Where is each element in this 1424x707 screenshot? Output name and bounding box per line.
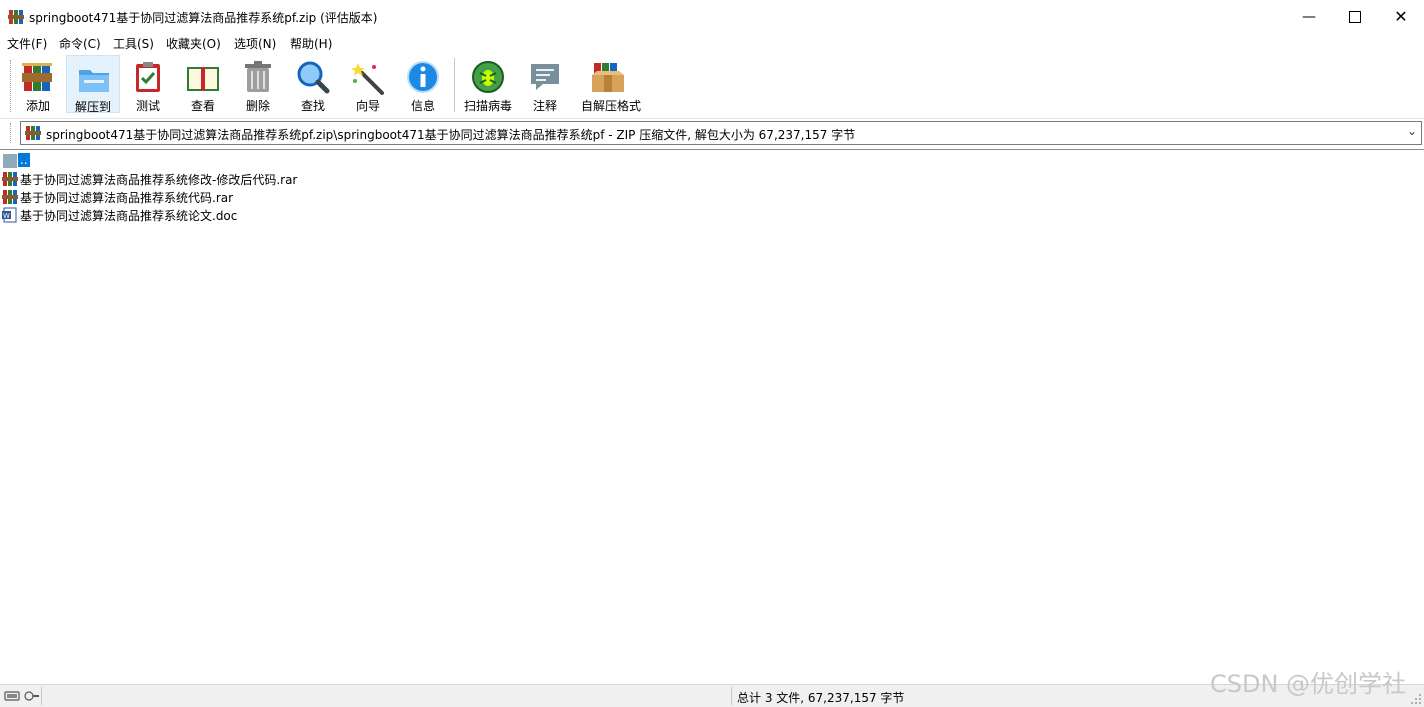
- updir-folder-icon: [3, 154, 17, 168]
- sfx-button[interactable]: 自解压格式: [581, 55, 642, 113]
- menu-file[interactable]: 文件(F): [7, 35, 47, 52]
- list-item[interactable]: 基于协同过滤算法商品推荐系统修改-修改后代码.rar: [2, 170, 322, 188]
- winrar-app-icon: [8, 10, 24, 24]
- test-clipboard-icon: [136, 62, 160, 92]
- toolbar: 添加 解压到 测试 查看 删除 查找 向导 信息 扫描病毒 注释 自解压格式: [0, 52, 1424, 119]
- address-path: springboot471基于协同过滤算法商品推荐系统pf.zip\spring…: [46, 128, 856, 142]
- menu-command[interactable]: 命令(C): [59, 35, 101, 52]
- zip-archive-icon: [25, 126, 41, 140]
- title-bar: springboot471基于协同过滤算法商品推荐系统pf.zip (评估版本)…: [0, 0, 1424, 33]
- info-button[interactable]: 信息: [396, 55, 450, 113]
- menu-bar: 文件(F) 命令(C) 工具(S) 收藏夹(O) 选项(N) 帮助(H): [0, 33, 1424, 52]
- address-grip[interactable]: [10, 123, 14, 143]
- address-bar[interactable]: springboot471基于协同过滤算法商品推荐系统pf.zip\spring…: [20, 121, 1422, 145]
- file-name: 基于协同过滤算法商品推荐系统论文.doc: [20, 209, 238, 223]
- word-document-icon: W: [2, 207, 17, 223]
- menu-options[interactable]: 选项(N): [234, 35, 276, 52]
- view-book-icon: [187, 67, 219, 91]
- virus-scan-icon: [472, 61, 504, 93]
- maximize-icon: [1349, 10, 1361, 23]
- list-item[interactable]: W 基于协同过滤算法商品推荐系统论文.doc: [2, 206, 322, 224]
- file-list[interactable]: .. 基于协同过滤算法商品推荐系统修改-修改后代码.rar 基于协同过滤算法商品…: [0, 149, 1424, 684]
- add-archive-icon: [22, 63, 52, 91]
- file-name: 基于协同过滤算法商品推荐系统代码.rar: [20, 191, 234, 205]
- trash-icon: [245, 61, 271, 92]
- resize-grip-icon[interactable]: [1410, 693, 1422, 705]
- wizard-button[interactable]: 向导: [341, 55, 395, 113]
- toolbar-separator: [454, 58, 455, 112]
- delete-label: 删除: [245, 99, 270, 113]
- drive-status-icon[interactable]: [4, 689, 40, 703]
- menu-tools[interactable]: 工具(S): [113, 35, 154, 52]
- updir-row[interactable]: ..: [2, 152, 32, 170]
- status-divider: [41, 687, 42, 705]
- menu-help[interactable]: 帮助(H): [290, 35, 332, 52]
- find-button[interactable]: 查找: [286, 55, 340, 113]
- svg-text:W: W: [3, 212, 10, 220]
- file-name: 基于协同过滤算法商品推荐系统修改-修改后代码.rar: [20, 173, 298, 187]
- menu-favorites[interactable]: 收藏夹(O): [166, 35, 221, 52]
- list-item[interactable]: 基于协同过滤算法商品推荐系统代码.rar: [2, 188, 322, 206]
- close-button[interactable]: ✕: [1378, 0, 1424, 33]
- chevron-down-icon[interactable]: ⌄: [1407, 124, 1417, 138]
- virus-scan-label: 扫描病毒: [463, 99, 512, 113]
- info-label: 信息: [410, 99, 435, 113]
- wizard-wand-icon: [351, 63, 384, 95]
- maximize-button[interactable]: [1332, 0, 1378, 33]
- rar-archive-icon: [2, 190, 18, 204]
- watermark: CSDN @优创学社: [1210, 670, 1407, 698]
- info-icon: [407, 61, 439, 93]
- find-label: 查找: [300, 99, 325, 113]
- view-label: 查看: [190, 99, 215, 113]
- test-button[interactable]: 测试: [121, 55, 175, 113]
- status-summary: 总计 3 文件, 67,237,157 字节: [737, 691, 905, 705]
- rar-archive-icon: [2, 172, 18, 186]
- comment-label: 注释: [532, 99, 557, 113]
- virus-scan-button[interactable]: 扫描病毒: [461, 55, 515, 113]
- status-divider: [731, 687, 732, 705]
- comment-button[interactable]: 注释: [518, 55, 572, 113]
- extract-folder-icon: [79, 70, 109, 92]
- magnifier-icon: [297, 61, 330, 94]
- wizard-label: 向导: [355, 99, 380, 113]
- minimize-icon: —: [1302, 8, 1316, 25]
- add-button[interactable]: 添加: [11, 55, 65, 113]
- extract-to-button[interactable]: 解压到: [66, 55, 120, 114]
- comment-icon: [531, 64, 559, 90]
- sfx-label: 自解压格式: [581, 99, 642, 113]
- window-title: springboot471基于协同过滤算法商品推荐系统pf.zip (评估版本): [29, 11, 378, 25]
- extract-to-label: 解压到: [74, 100, 111, 114]
- updir-label: ..: [18, 153, 30, 167]
- close-icon: ✕: [1394, 7, 1408, 26]
- minimize-button[interactable]: —: [1286, 0, 1332, 33]
- test-label: 测试: [135, 99, 160, 113]
- delete-button[interactable]: 删除: [231, 55, 285, 113]
- sfx-box-icon: [592, 63, 624, 92]
- add-label: 添加: [25, 99, 50, 113]
- view-button[interactable]: 查看: [176, 55, 230, 113]
